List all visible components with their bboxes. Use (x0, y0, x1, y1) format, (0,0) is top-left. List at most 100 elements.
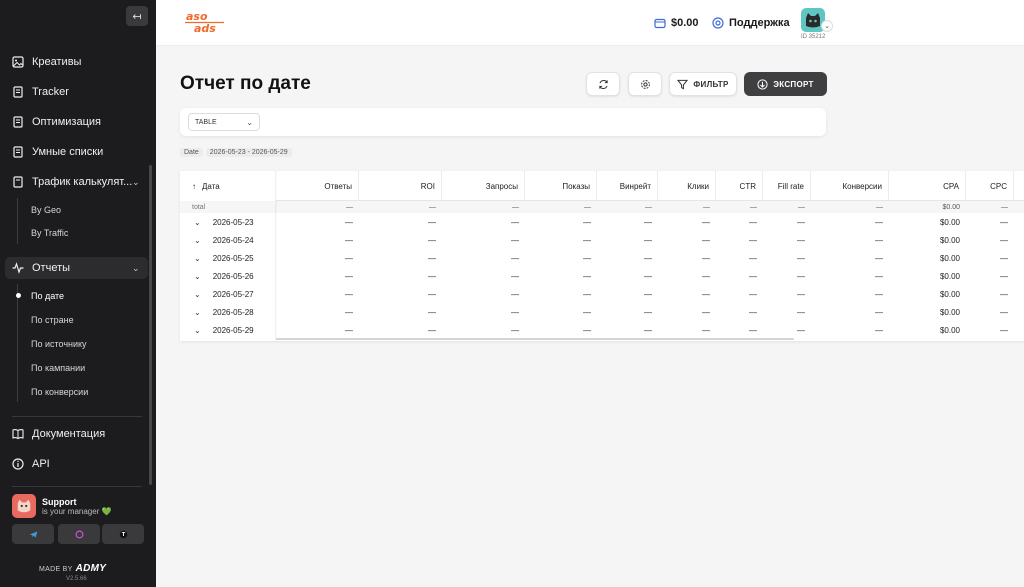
table-cell: — (345, 289, 353, 299)
chevron-down-icon[interactable]: ⌄ (132, 177, 140, 188)
view-select[interactable]: TABLE ⌄ (188, 113, 260, 131)
table-cell: — (511, 217, 519, 227)
table-row[interactable]: — — — — — — — — — $0.00 — ⌄ 2026-05-28 (180, 303, 1024, 321)
column-header[interactable]: CPC (966, 171, 1014, 201)
table-cell: — (511, 235, 519, 245)
sidebar-subitem-by-date[interactable]: По дате (31, 291, 64, 301)
table-total-row[interactable]: — — — — — — — — — $0.00 — total (180, 201, 1024, 213)
column-header[interactable]: Конверсии (811, 171, 889, 201)
collapse-sidebar-button[interactable]: ↤ (126, 6, 148, 26)
sidebar-scrollbar[interactable] (149, 165, 152, 485)
table-cell: — (511, 271, 519, 281)
expand-row-icon[interactable]: ⌄ (194, 254, 201, 263)
telegram-button[interactable] (12, 524, 54, 544)
sidebar-item-traffic-calculator[interactable]: Трафик калькулят... (12, 172, 132, 192)
sidebar: ↤ Креативы Tracker Оптимизация Умные спи… (0, 0, 156, 587)
table-cell: — (749, 325, 757, 335)
sidebar-item-docs[interactable]: Документация (12, 424, 105, 444)
sidebar-item-creatives[interactable]: Креативы (12, 52, 81, 72)
balance[interactable]: $0.00 (654, 17, 699, 29)
expand-row-icon[interactable]: ⌄ (194, 290, 201, 299)
table-cell: — (703, 203, 710, 211)
table-cell: — (749, 235, 757, 245)
support-title: Support (42, 497, 77, 507)
table-row[interactable]: — — — — — — — — — $0.00 — ⌄ 2026-05-29 (180, 321, 1024, 339)
table-row[interactable]: — — — — — — — — — $0.00 — ⌄ 2026-05-26 (180, 267, 1024, 285)
sidebar-subitem-by-country[interactable]: По стране (31, 315, 74, 325)
sidebar-subitem-by-geo[interactable]: By Geo (31, 205, 61, 215)
support-link[interactable]: Поддержка (712, 17, 790, 29)
table-cell: — (583, 307, 591, 317)
table-cell: — (875, 235, 883, 245)
filter-button[interactable]: ФИЛЬТР (669, 72, 737, 96)
table-cell: — (511, 253, 519, 263)
table-cell: — (1000, 235, 1008, 245)
export-label: ЭКСПОРТ (773, 79, 814, 89)
sidebar-item-api[interactable]: API (12, 454, 50, 474)
expand-row-icon[interactable]: ⌄ (194, 236, 201, 245)
sidebar-subitem-by-conversion[interactable]: По конверсии (31, 387, 88, 397)
horizontal-scrollbar[interactable] (276, 338, 794, 340)
column-header-date[interactable]: ↑ Дата (180, 171, 276, 201)
table-cell: — (1000, 271, 1008, 281)
column-header[interactable]: Винрейт (597, 171, 658, 201)
column-header[interactable]: Показы (525, 171, 597, 201)
page-title: Отчет по дате (180, 73, 311, 94)
sidebar-subitem-by-traffic[interactable]: By Traffic (31, 228, 68, 238)
expand-row-icon[interactable]: ⌄ (194, 218, 201, 227)
table-cell: — (428, 325, 436, 335)
sidebar-item-tracker[interactable]: Tracker (12, 82, 69, 102)
chevron-down-icon[interactable]: ⌄ (821, 20, 833, 32)
telegram-icon (29, 531, 37, 537)
table-cell: — (798, 203, 805, 211)
export-button[interactable]: ЭКСПОРТ (744, 72, 827, 96)
sidebar-item-label: Креативы (32, 56, 82, 68)
table-row[interactable]: — — — — — — — — — $0.00 — ⌄ 2026-05-24 (180, 231, 1024, 249)
table-cell: — (1000, 217, 1008, 227)
expand-row-icon[interactable]: ⌄ (194, 326, 201, 335)
asoads-logo[interactable]: aso ads (184, 10, 226, 34)
svg-text:ads: ads (194, 22, 216, 34)
refresh-button[interactable] (586, 72, 620, 96)
row-date: ⌄ 2026-05-25 (180, 249, 276, 267)
date-filter-chip[interactable]: Date 2026-05-23 - 2026-05-29 (180, 146, 292, 158)
threads-button[interactable]: T (102, 524, 144, 544)
table-cell: — (702, 217, 710, 227)
expand-row-icon[interactable]: ⌄ (194, 272, 201, 281)
table-cell: — (750, 203, 757, 211)
table-cell: — (584, 203, 591, 211)
document-icon (12, 86, 24, 98)
sidebar-subitem-by-source[interactable]: По источнику (31, 339, 87, 349)
sidebar-item-label: API (32, 458, 50, 470)
sticky-column-shadow (275, 171, 277, 341)
column-header[interactable]: Запросы (442, 171, 525, 201)
sidebar-subitem-by-campaign[interactable]: По кампании (31, 363, 85, 373)
report-table: Ответы ROI Запросы Показы Винрейт Клики … (180, 171, 1024, 341)
column-header[interactable]: Fill rate (763, 171, 811, 201)
table-row[interactable]: — — — — — — — — — $0.00 — ⌄ 2026-05-23 (180, 213, 1024, 231)
sidebar-item-optimization[interactable]: Оптимизация (12, 112, 101, 132)
settings-button[interactable] (628, 72, 662, 96)
viber-icon (75, 530, 83, 538)
admy-logo: ADMY (75, 563, 107, 574)
table-cell: $0.00 (939, 271, 960, 281)
sidebar-item-reports[interactable]: Отчеты (12, 258, 70, 278)
column-header[interactable]: ROI (359, 171, 442, 201)
sidebar-item-smart-lists[interactable]: Умные списки (12, 142, 103, 162)
table-cell: — (749, 253, 757, 263)
table-cell: — (702, 289, 710, 299)
info-icon (12, 458, 24, 470)
column-header[interactable]: Клики (658, 171, 716, 201)
chevron-down-icon[interactable]: ⌄ (132, 263, 140, 274)
support-label: Поддержка (729, 17, 790, 29)
column-header[interactable]: CTR (716, 171, 763, 201)
date-chip-key: Date (180, 147, 203, 157)
column-header[interactable]: CPA (889, 171, 966, 201)
table-row[interactable]: — — — — — — — — — $0.00 — ⌄ 2026-05-27 (180, 285, 1024, 303)
table-row[interactable]: — — — — — — — — — $0.00 — ⌄ 2026-05-25 (180, 249, 1024, 267)
column-header[interactable]: Ответы (276, 171, 359, 201)
table-cell: $0.00 (939, 235, 960, 245)
viber-button[interactable] (58, 524, 100, 544)
expand-row-icon[interactable]: ⌄ (194, 308, 201, 317)
table-cell: — (345, 307, 353, 317)
